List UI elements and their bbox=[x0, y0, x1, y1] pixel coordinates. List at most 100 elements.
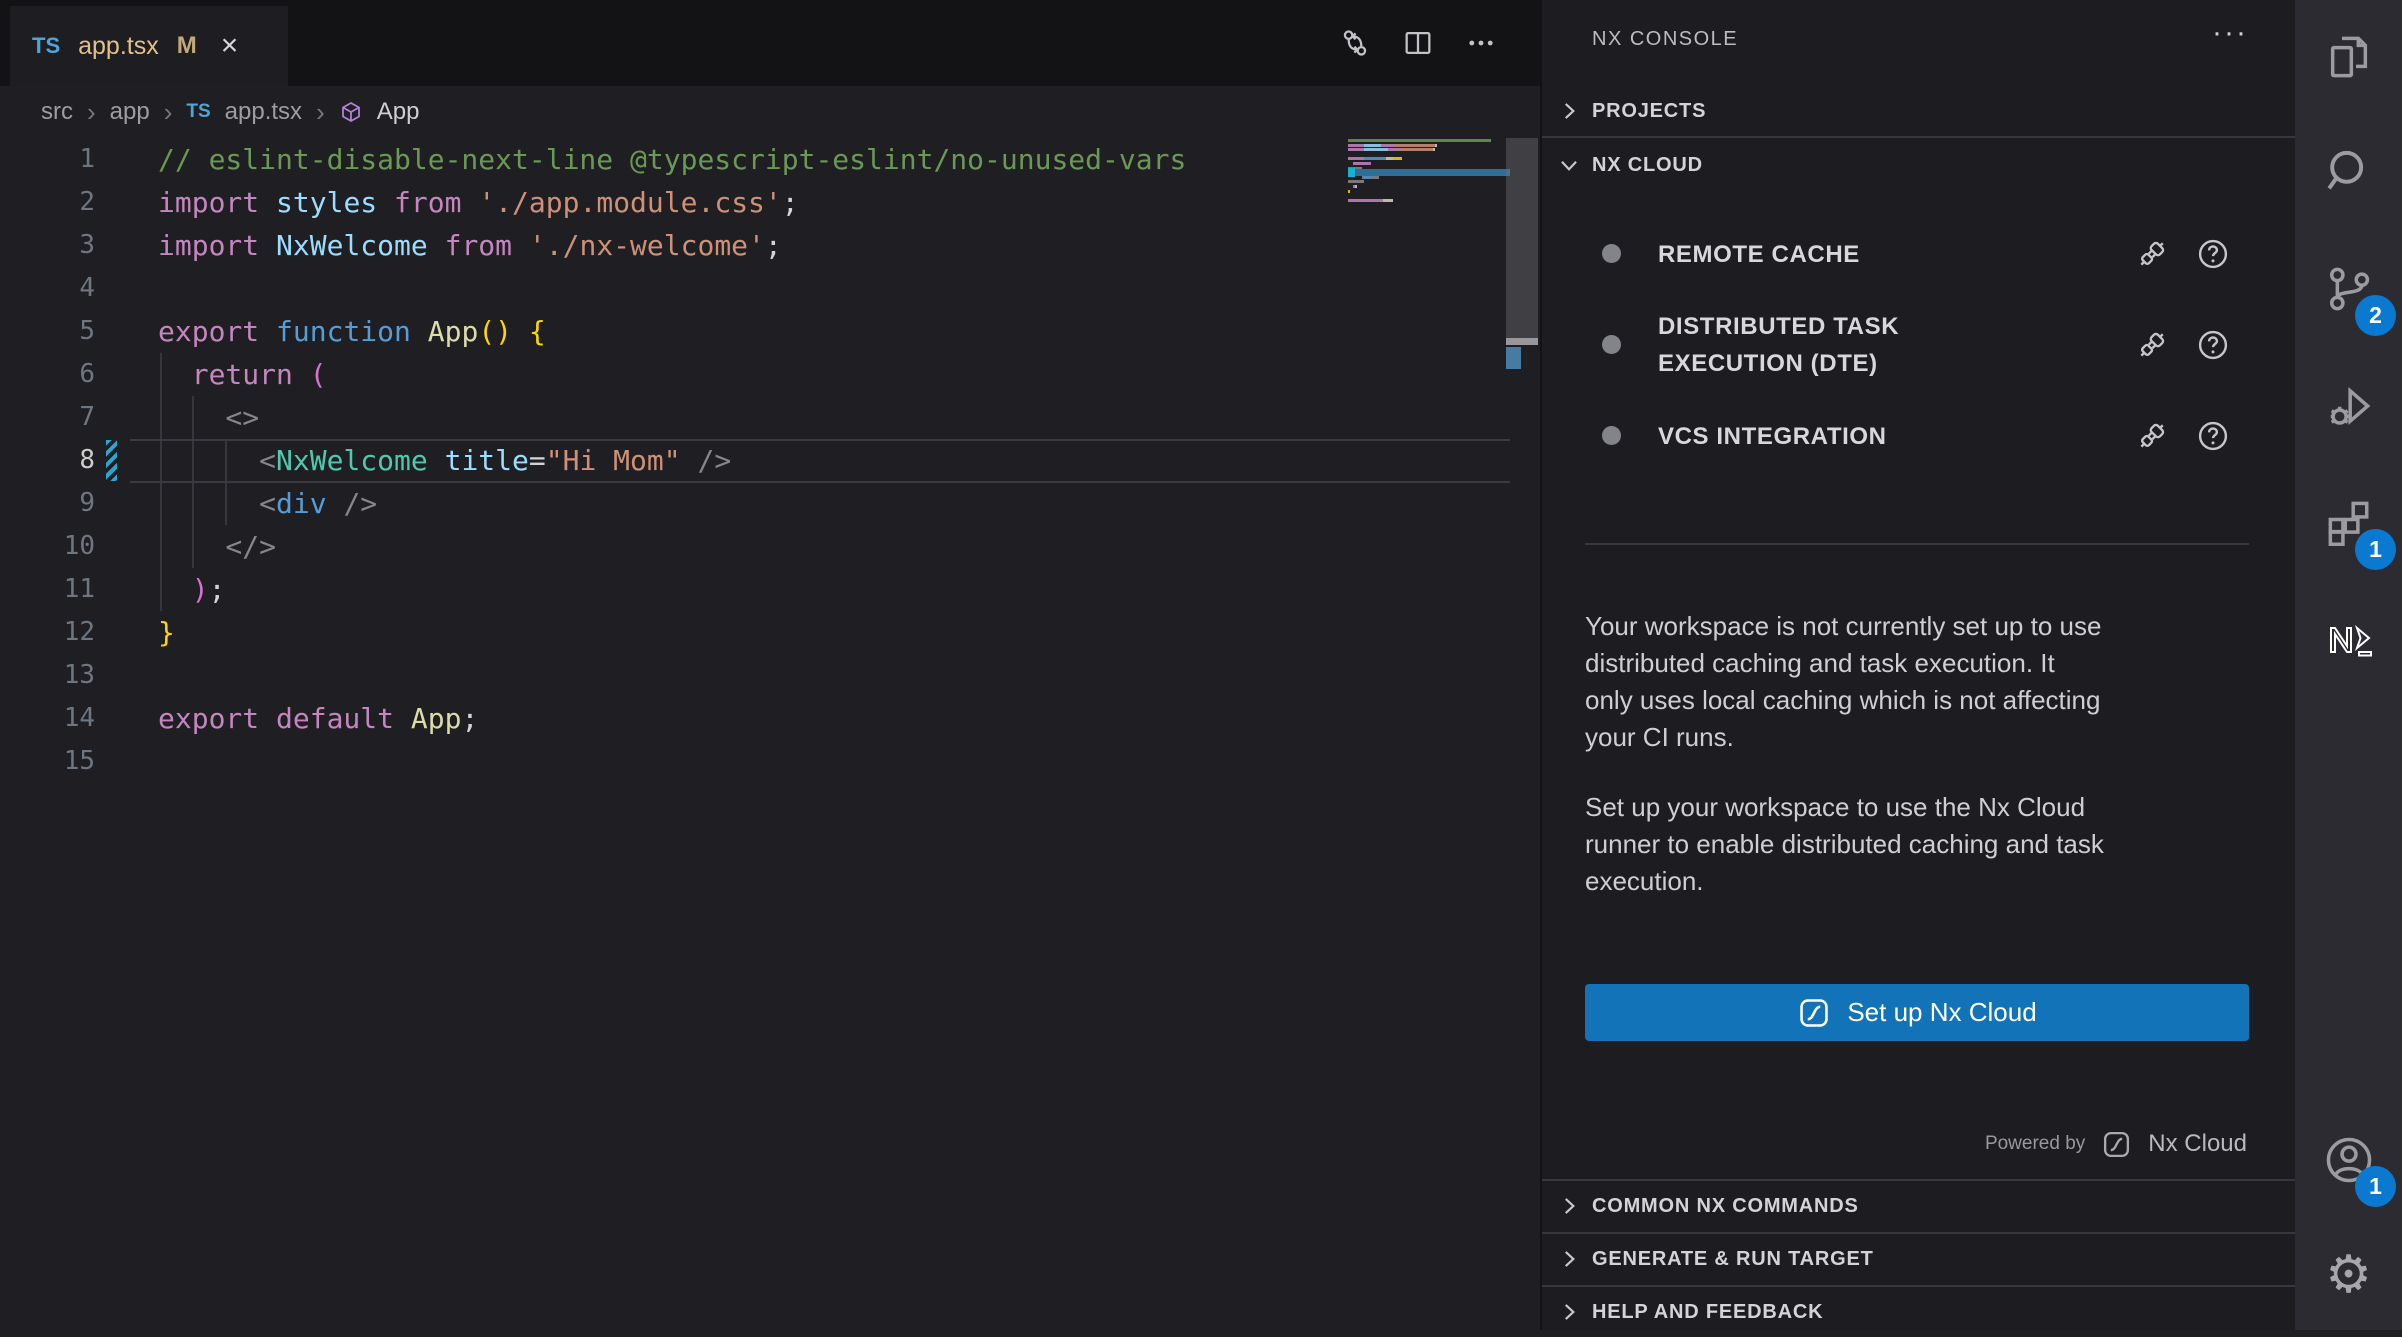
line-number: 1 bbox=[0, 138, 95, 181]
git-modified-badge: M bbox=[177, 32, 197, 60]
nx-cloud-icon bbox=[1797, 996, 1831, 1030]
code-line[interactable]: 5export function App() { bbox=[0, 310, 1510, 353]
status-label: DISTRIBUTED TASK EXECUTION (DTE) bbox=[1658, 308, 1899, 382]
code-line[interactable]: 15 bbox=[0, 740, 1510, 783]
setup-nx-cloud-button[interactable]: Set up Nx Cloud bbox=[1585, 984, 2249, 1041]
search-icon[interactable] bbox=[2295, 122, 2402, 222]
code-line[interactable]: 11 ); bbox=[0, 568, 1510, 611]
minimap-modified-tick bbox=[1348, 168, 1355, 177]
badge: 1 bbox=[2355, 529, 2396, 570]
code-line[interactable]: 13 bbox=[0, 654, 1510, 697]
tab-app-tsx[interactable]: TS app.tsx M × bbox=[10, 6, 288, 86]
line-number: 11 bbox=[0, 568, 95, 611]
source-control-icon[interactable]: 2 bbox=[2295, 239, 2402, 339]
section-label: PROJECTS bbox=[1592, 100, 1706, 123]
scrollbar-slider[interactable] bbox=[1506, 138, 1538, 338]
run-debug-icon[interactable] bbox=[2295, 356, 2402, 456]
breadcrumb-separator: › bbox=[316, 97, 325, 128]
breadcrumb-src[interactable]: src bbox=[41, 98, 73, 126]
nx-console-icon[interactable] bbox=[2295, 590, 2402, 690]
line-number: 10 bbox=[0, 525, 95, 568]
chevron-right-icon bbox=[1556, 1193, 1582, 1219]
section-projects[interactable]: PROJECTS bbox=[1542, 86, 2297, 136]
gutter bbox=[95, 568, 130, 611]
powered-by-row: Powered by Nx Cloud bbox=[1985, 1124, 2247, 1164]
line-number: 8 bbox=[0, 439, 95, 482]
line-number: 12 bbox=[0, 611, 95, 654]
code-line[interactable]: 7 <> bbox=[0, 396, 1510, 439]
panel-more-actions-icon[interactable]: ··· bbox=[2212, 16, 2248, 50]
gutter bbox=[95, 525, 130, 568]
git-compare-icon[interactable] bbox=[1338, 26, 1372, 60]
split-editor-icon[interactable] bbox=[1401, 26, 1435, 60]
minimap-line bbox=[1348, 190, 1350, 193]
connect-icon[interactable] bbox=[2133, 417, 2171, 455]
gutter bbox=[95, 267, 130, 310]
editor-more-actions-icon[interactable] bbox=[1464, 26, 1498, 60]
section-label: HELP AND FEEDBACK bbox=[1592, 1301, 1823, 1324]
code-line[interactable]: 3import NxWelcome from './nx-welcome'; bbox=[0, 224, 1510, 267]
tab-close-icon[interactable]: × bbox=[221, 31, 239, 61]
gutter bbox=[95, 224, 130, 267]
help-icon[interactable] bbox=[2195, 327, 2231, 363]
breadcrumb-symbol[interactable]: App bbox=[377, 98, 420, 126]
code-line[interactable]: 8 <NxWelcome title="Hi Mom" /> bbox=[0, 439, 1510, 482]
code-line[interactable]: 6 return ( bbox=[0, 353, 1510, 396]
code-line[interactable]: 12} bbox=[0, 611, 1510, 654]
help-icon[interactable] bbox=[2195, 236, 2231, 272]
scrollbar-edge bbox=[1506, 338, 1538, 345]
panel-title: NX CONSOLE bbox=[1592, 28, 1738, 51]
code-line[interactable]: 9 <div /> bbox=[0, 482, 1510, 525]
minimap[interactable] bbox=[1348, 139, 1508, 219]
editor-region: TS app.tsx M × src › app › TS bbox=[0, 0, 1540, 1330]
breadcrumb-file[interactable]: app.tsx bbox=[225, 98, 302, 126]
code-line[interactable]: 2import styles from './app.module.css'; bbox=[0, 181, 1510, 224]
status-dot-icon bbox=[1602, 244, 1621, 263]
gutter bbox=[95, 396, 130, 439]
gutter bbox=[95, 181, 130, 224]
minimap-line bbox=[1348, 199, 1393, 202]
code-editor[interactable]: 1// eslint-disable-next-line @typescript… bbox=[0, 138, 1510, 783]
section-label: GENERATE & RUN TARGET bbox=[1592, 1248, 1874, 1271]
settings-gear-icon[interactable]: ⚙ bbox=[2295, 1225, 2402, 1325]
section-generate-run-target[interactable]: GENERATE & RUN TARGET bbox=[1542, 1234, 2297, 1284]
gutter bbox=[95, 138, 130, 181]
gutter bbox=[95, 654, 130, 697]
section-common-nx-commands[interactable]: COMMON NX COMMANDS bbox=[1542, 1181, 2297, 1231]
connect-icon[interactable] bbox=[2133, 326, 2171, 364]
divider bbox=[1585, 543, 2249, 545]
breadcrumb-separator: › bbox=[87, 97, 96, 128]
minimap-line bbox=[1348, 180, 1364, 183]
breadcrumb-separator: › bbox=[164, 97, 173, 128]
connect-icon[interactable] bbox=[2133, 235, 2171, 273]
line-number: 15 bbox=[0, 740, 95, 783]
accounts-icon[interactable]: 1 bbox=[2295, 1110, 2402, 1210]
gutter bbox=[95, 482, 130, 525]
chevron-right-icon bbox=[1556, 1246, 1582, 1272]
code-line[interactable]: 4 bbox=[0, 267, 1510, 310]
breadcrumb-app[interactable]: app bbox=[110, 98, 150, 126]
line-number: 7 bbox=[0, 396, 95, 439]
setup-button-label: Set up Nx Cloud bbox=[1847, 997, 2036, 1028]
minimap-line bbox=[1348, 144, 1437, 147]
section-nx-cloud[interactable]: NX CLOUD bbox=[1542, 140, 2297, 190]
nx-cloud-status-row: DISTRIBUTED TASK EXECUTION (DTE) bbox=[1542, 300, 2297, 390]
line-number: 14 bbox=[0, 697, 95, 740]
overview-ruler-modified-mark bbox=[1506, 347, 1521, 369]
line-number: 4 bbox=[0, 267, 95, 310]
minimap-line bbox=[1348, 185, 1357, 188]
code-line[interactable]: 14export default App; bbox=[0, 697, 1510, 740]
explorer-icon[interactable] bbox=[2295, 7, 2402, 107]
git-modified-gutter-marker bbox=[106, 440, 117, 481]
activity-bar: 2 1 1 ⚙ bbox=[2295, 0, 2402, 1330]
nx-console-panel: NX CONSOLE ··· PROJECTS NX CLOUD REMOTE … bbox=[1540, 0, 2295, 1330]
help-icon[interactable] bbox=[2195, 418, 2231, 454]
chevron-right-icon bbox=[1556, 98, 1582, 124]
extensions-icon[interactable]: 1 bbox=[2295, 473, 2402, 573]
powered-by-label: Powered by bbox=[1985, 1133, 2085, 1155]
badge: 1 bbox=[2355, 1166, 2396, 1207]
code-line[interactable]: 10 </> bbox=[0, 525, 1510, 568]
line-number: 5 bbox=[0, 310, 95, 353]
code-line[interactable]: 1// eslint-disable-next-line @typescript… bbox=[0, 138, 1510, 181]
gutter bbox=[95, 611, 130, 654]
